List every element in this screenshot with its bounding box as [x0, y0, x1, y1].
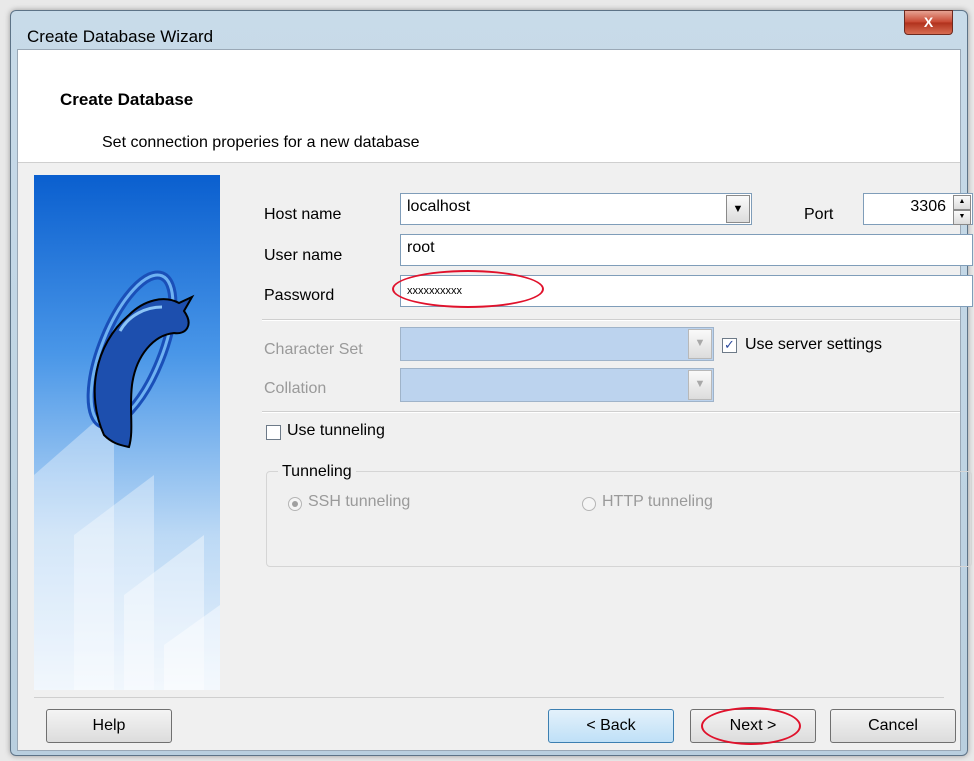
tunneling-group — [266, 471, 972, 567]
password-highlight-oval — [392, 270, 544, 308]
separator — [262, 319, 960, 321]
user-name-input[interactable]: root — [400, 234, 973, 266]
dolphin-logo-icon — [34, 270, 220, 690]
chevron-down-icon[interactable]: ▼ — [688, 370, 712, 400]
help-button[interactable]: Help — [46, 709, 172, 743]
user-name-value: root — [407, 239, 435, 256]
wizard-client: Create Database Set connection properies… — [17, 49, 973, 751]
character-set-combobox[interactable]: ▼ — [400, 327, 714, 361]
connection-form: Host name localhost ▼ Port 3306 ▲ ▼ User … — [226, 175, 973, 690]
spin-arrows-icon[interactable]: ▲ ▼ — [953, 195, 971, 225]
chevron-down-icon[interactable]: ▼ — [688, 329, 712, 359]
use-tunneling-label: Use tunneling — [287, 422, 385, 439]
use-tunneling-checkbox[interactable] — [266, 425, 281, 440]
host-name-value: localhost — [407, 198, 471, 215]
close-icon: X — [923, 14, 934, 30]
collation-label: Collation — [264, 380, 327, 397]
tunneling-group-title: Tunneling — [278, 463, 356, 481]
http-tunneling-label: HTTP tunneling — [602, 493, 713, 510]
page-title: Create Database — [60, 90, 194, 109]
wizard-window: Create Database Wizard X Create Database… — [10, 10, 973, 756]
host-name-combobox[interactable]: localhost ▼ — [400, 193, 752, 225]
cancel-button[interactable]: Cancel — [830, 709, 956, 743]
back-button[interactable]: < Back — [548, 709, 674, 743]
side-banner-image — [34, 175, 220, 690]
http-tunneling-radio[interactable] — [582, 497, 596, 511]
port-label: Port — [804, 206, 834, 223]
port-spinner[interactable]: 3306 ▲ ▼ — [863, 193, 973, 225]
character-set-label: Character Set — [264, 341, 363, 358]
use-server-settings-checkbox[interactable]: ✓ — [722, 338, 737, 353]
separator — [262, 411, 960, 413]
port-value: 3306 — [910, 198, 946, 215]
window-title: Create Database Wizard — [27, 27, 214, 46]
cancel-button-label: Cancel — [868, 717, 918, 734]
use-server-settings-label: Use server settings — [745, 336, 882, 353]
page-subtitle: Set connection properies for a new datab… — [102, 134, 420, 151]
host-name-label: Host name — [264, 206, 342, 223]
button-bar-separator — [34, 697, 944, 698]
wizard-header: Create Database Set connection properies… — [18, 50, 960, 163]
ssh-tunneling-radio[interactable] — [288, 497, 302, 511]
ssh-tunneling-label: SSH tunneling — [308, 493, 411, 510]
password-label: Password — [264, 287, 335, 304]
next-highlight-oval — [701, 707, 801, 745]
close-button[interactable]: X — [904, 10, 953, 35]
back-button-label: < Back — [586, 717, 636, 734]
help-button-label: Help — [92, 717, 126, 734]
user-name-label: User name — [264, 247, 343, 264]
collation-combobox[interactable]: ▼ — [400, 368, 714, 402]
chevron-down-icon[interactable]: ▼ — [726, 195, 750, 223]
